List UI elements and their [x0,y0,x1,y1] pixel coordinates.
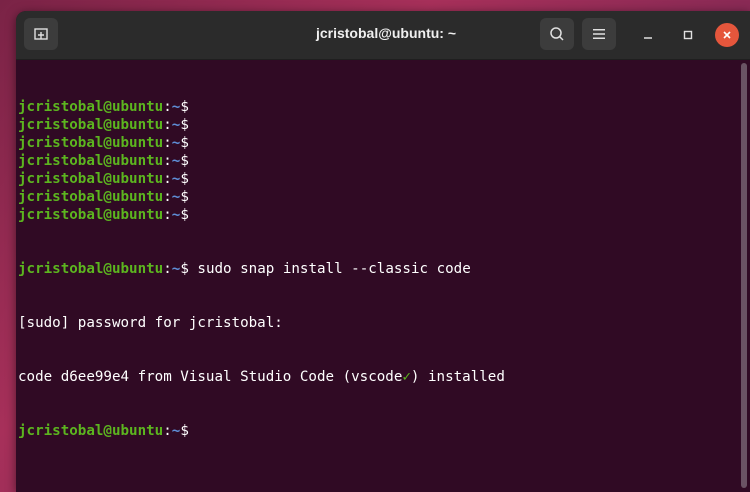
output-text: code d6ee99e4 from Visual Studio Code (v… [18,369,403,385]
output-line: [sudo] password for jcristobal: [18,315,283,331]
prompt-symbol: $ [180,99,189,115]
new-tab-icon [34,28,48,40]
command-text: sudo snap install --classic code [188,261,471,277]
prompt-line: jcristobal@ubuntu:~$ [18,206,736,224]
window-title: jcristobal@ubuntu: ~ [315,25,457,41]
prompt-sep: : [163,207,172,223]
search-icon [550,27,564,41]
close-button[interactable] [715,23,739,47]
maximize-icon [683,30,693,40]
prompt-symbol: $ [180,153,189,169]
prompt-user: jcristobal@ubuntu [18,207,164,223]
prompt-symbol: $ [180,189,189,205]
title-bar[interactable]: jcristobal@ubuntu: ~ [16,11,750,60]
prompt-user: jcristobal@ubuntu [18,99,164,115]
prompt-sep: : [163,99,172,115]
prompt-sep: : [163,423,172,439]
minimize-icon [644,37,652,39]
prompt-line: jcristobal@ubuntu:~$ [18,134,736,152]
prompt-sep: : [163,189,172,205]
output-line: code d6ee99e4 from Visual Studio Code (v… [18,368,736,386]
prompt-symbol: $ [180,423,189,439]
command-line: jcristobal@ubuntu:~$ sudo snap install -… [18,260,736,278]
prompt-line: jcristobal@ubuntu:~$ [18,116,736,134]
active-prompt-line[interactable]: jcristobal@ubuntu:~$ [18,422,736,440]
prompt-user: jcristobal@ubuntu [18,153,164,169]
new-tab-button[interactable] [24,18,58,50]
prompt-user: jcristobal@ubuntu [18,261,164,277]
close-icon [723,31,731,39]
prompt-symbol: $ [180,135,189,151]
prompt-sep: : [163,117,172,133]
prompt-history: jcristobal@ubuntu:~$ jcristobal@ubuntu:~$… [18,98,736,224]
output-text: ) installed [410,369,505,385]
scrollbar[interactable] [741,63,747,488]
check-icon: ✓ [402,369,411,385]
prompt-sep: : [163,261,172,277]
prompt-sep: : [163,171,172,187]
menu-button[interactable] [582,18,616,50]
prompt-sep: : [163,153,172,169]
maximize-button[interactable] [676,23,700,47]
prompt-symbol: $ [180,117,189,133]
prompt-symbol: $ [180,261,189,277]
prompt-user: jcristobal@ubuntu [18,189,164,205]
prompt-user: jcristobal@ubuntu [18,171,164,187]
prompt-symbol: $ [180,207,189,223]
prompt-line: jcristobal@ubuntu:~$ [18,152,736,170]
prompt-line: jcristobal@ubuntu:~$ [18,98,736,116]
prompt-user: jcristobal@ubuntu [18,117,164,133]
terminal-window: jcristobal@ubuntu: ~ jcristobal@ubuntu:~… [16,11,750,492]
prompt-user: jcristobal@ubuntu [18,423,164,439]
prompt-user: jcristobal@ubuntu [18,135,164,151]
hamburger-menu-icon [593,29,605,39]
prompt-symbol: $ [180,171,189,187]
prompt-sep: : [163,135,172,151]
minimize-button[interactable] [636,23,660,47]
terminal-output[interactable]: jcristobal@ubuntu:~$ jcristobal@ubuntu:~$… [16,60,736,492]
search-button[interactable] [540,18,574,50]
prompt-line: jcristobal@ubuntu:~$ [18,170,736,188]
prompt-line: jcristobal@ubuntu:~$ [18,188,736,206]
